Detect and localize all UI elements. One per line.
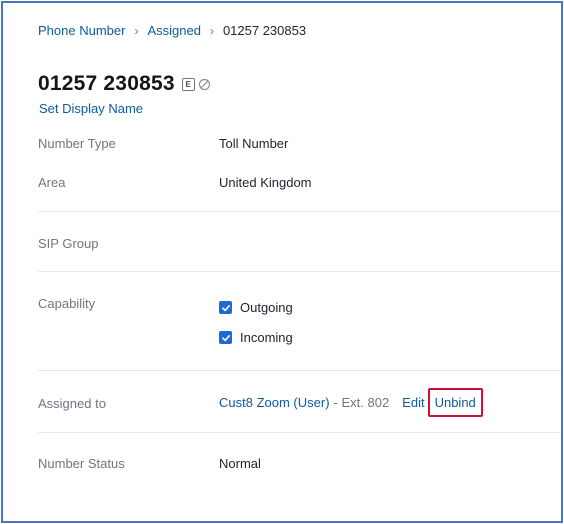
no-address-icon [198,78,211,91]
breadcrumb-current: 01257 230853 [222,23,307,38]
divider [38,211,561,212]
breadcrumb-assigned[interactable]: Assigned [147,22,200,40]
capability-label: Capability [38,296,96,311]
outgoing-checkbox[interactable] [219,301,232,314]
divider [38,370,561,371]
set-display-name-link[interactable]: Set Display Name [39,101,143,116]
sip-group-label: SIP Group [38,236,99,251]
area-label: Area [38,175,66,190]
title-row: 01257 230853 E [38,72,211,96]
page-title: 01257 230853 [38,72,175,95]
number-type-value: Toll Number [219,136,289,151]
page-frame: Phone Number › Assigned › 01257 230853 0… [1,1,563,523]
incoming-option[interactable]: Incoming [219,330,293,345]
extension-text: - Ext. 802 [333,395,390,410]
number-status-value: Normal [219,456,261,471]
assigned-to-value: Cust8 Zoom (User) - Ext. 802 Edit Unbind [219,388,483,417]
assignee-link[interactable]: Cust8 Zoom (User) [219,395,330,410]
divider [38,432,561,433]
breadcrumb-separator-icon: › [134,24,139,38]
divider [38,271,561,272]
unbind-link[interactable]: Unbind [427,388,483,417]
breadcrumb-separator-icon: › [209,24,214,38]
number-type-label: Number Type [38,136,116,151]
breadcrumb-phone-number[interactable]: Phone Number [38,22,125,40]
edit-assignment-link[interactable]: Edit [402,395,424,410]
area-value: United Kingdom [219,175,312,190]
emergency-badge-icon: E [181,77,195,91]
breadcrumb: Phone Number › Assigned › 01257 230853 [38,22,306,40]
outgoing-option[interactable]: Outgoing [219,300,293,315]
outgoing-label: Outgoing [240,300,293,315]
incoming-label: Incoming [240,330,293,345]
assigned-to-label: Assigned to [38,396,106,411]
checkmark-icon [221,304,230,311]
number-status-label: Number Status [38,456,125,471]
incoming-checkbox[interactable] [219,331,232,344]
checkmark-icon [221,334,230,341]
